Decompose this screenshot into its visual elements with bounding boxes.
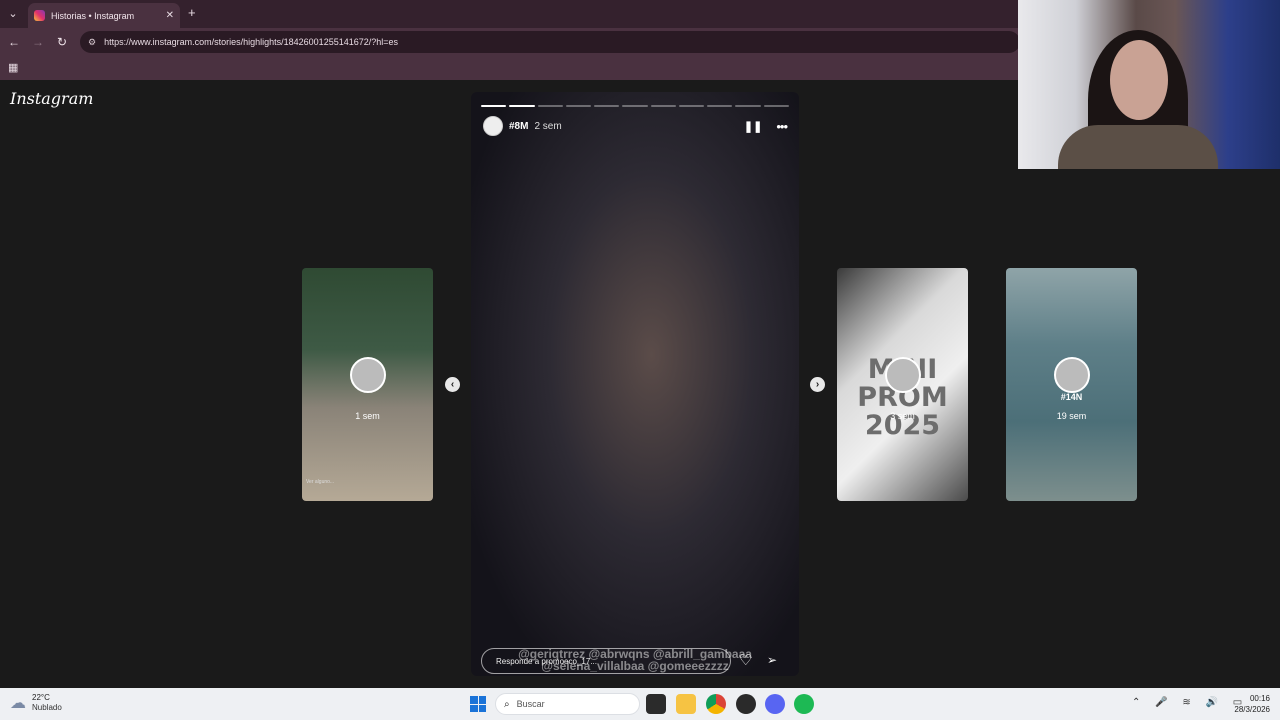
story-time: 2 sem	[534, 120, 562, 132]
windows-taskbar: ☁ 22°C Nublado ⌕ Buscar ⌃ 🎤 ≋ 🔊 ▭ 00:16 …	[0, 688, 1280, 720]
progress-segment	[678, 105, 705, 107]
clock[interactable]: 00:16 28/3/2026	[1226, 693, 1270, 715]
previous-story-button[interactable]: ‹	[445, 377, 460, 392]
avatar[interactable]	[483, 116, 503, 136]
taskbar-search[interactable]: ⌕ Buscar	[495, 693, 640, 715]
file-explorer-icon[interactable]	[676, 694, 696, 714]
progress-segment	[735, 105, 761, 107]
windows-start-icon[interactable]	[470, 696, 486, 712]
side-story-next[interactable]: MINI PROM 2025 3 sem	[837, 268, 968, 501]
progress-segment	[481, 105, 507, 107]
story-time: 19 sem	[1056, 411, 1087, 421]
forward-button[interactable]: →	[30, 34, 46, 50]
send-icon[interactable]: ➢	[767, 653, 777, 667]
obs-icon[interactable]	[736, 694, 756, 714]
progress-segment	[622, 105, 648, 107]
weather-widget[interactable]: ☁ 22°C Nublado	[10, 693, 62, 713]
new-tab-button[interactable]: +	[188, 5, 196, 20]
story-title[interactable]: #8M	[509, 121, 528, 132]
site-info-icon[interactable]: ⚙	[88, 37, 96, 48]
progress-segment	[537, 105, 563, 107]
spotify-icon[interactable]	[794, 694, 814, 714]
instagram-logo[interactable]: Instagram	[10, 89, 93, 108]
progress-segment	[594, 105, 620, 107]
pause-icon[interactable]: ❚❚	[744, 120, 762, 133]
main-story[interactable]: #8M 2 sem ❚❚ ••• @geriqtrrez @abrwqns @a…	[471, 92, 799, 676]
story-caption: Ver alguno...	[306, 479, 335, 485]
apps-grid-icon[interactable]: ▦	[8, 61, 18, 74]
task-view-icon[interactable]	[646, 694, 666, 714]
progress-segment	[565, 105, 592, 107]
reload-button[interactable]: ↻	[54, 34, 70, 50]
reply-input[interactable]: Responde a promoeco_17...	[481, 648, 731, 674]
story-title: #14N	[1060, 392, 1083, 402]
story-header: #8M 2 sem ❚❚ •••	[483, 116, 788, 136]
avatar	[1053, 357, 1090, 394]
chrome-icon[interactable]	[706, 694, 726, 714]
avatar	[884, 357, 921, 394]
url-text: https://www.instagram.com/stories/highli…	[104, 37, 399, 47]
tab-title: Historias • Instagram	[51, 10, 135, 21]
clock-time: 00:16	[1249, 694, 1270, 703]
avatar	[349, 357, 386, 394]
clock-date: 28/3/2026	[1234, 705, 1270, 714]
discord-icon[interactable]	[765, 694, 785, 714]
more-options-icon[interactable]: •••	[776, 119, 788, 134]
tab-instagram[interactable]: Historias • Instagram ✕	[28, 3, 180, 28]
tab-search-icon[interactable]: ⌄	[4, 5, 22, 23]
close-icon[interactable]: ✕	[166, 10, 174, 21]
next-story-button[interactable]: ›	[810, 377, 825, 392]
cloud-icon: ☁	[10, 695, 26, 712]
heart-icon[interactable]: ♡	[739, 651, 752, 669]
story-time: 3 sem	[890, 411, 915, 421]
weather-temp: 22°C	[32, 693, 50, 702]
side-story-after[interactable]: #14N 19 sem	[1006, 268, 1137, 501]
back-button[interactable]: ←	[6, 34, 22, 50]
weather-desc: Nublado	[32, 703, 62, 712]
webcam-overlay	[1018, 0, 1280, 169]
url-field[interactable]: ⚙ https://www.instagram.com/stories/high…	[80, 31, 1020, 53]
story-progress-bar	[481, 105, 789, 107]
instagram-stories-page: Instagram 1 sem Ver alguno... ‹ #8M 2 se…	[0, 80, 1280, 688]
story-time: 1 sem	[355, 411, 380, 421]
side-story-previous[interactable]: 1 sem Ver alguno...	[302, 268, 433, 501]
search-placeholder: Buscar	[516, 699, 545, 709]
progress-segment	[650, 105, 676, 107]
progress-segment	[509, 105, 535, 107]
progress-segment	[763, 105, 789, 107]
progress-segment	[707, 105, 733, 107]
search-icon: ⌕	[504, 698, 510, 710]
instagram-favicon-icon	[34, 10, 45, 21]
